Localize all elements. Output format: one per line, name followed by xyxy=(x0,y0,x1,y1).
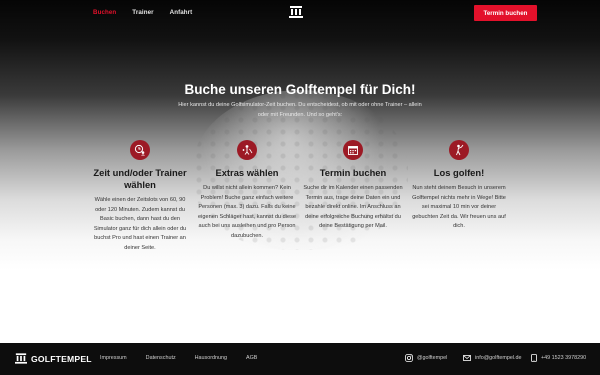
footer-email[interactable]: info@golftempel.de xyxy=(463,354,522,362)
footer-links: Impressum Datenschutz Hausordnung AGB xyxy=(100,355,276,361)
phone-icon xyxy=(531,354,537,362)
page-subtitle: Hier kannst du deine Golfsimulator-Zeit … xyxy=(178,102,422,118)
page-title: Buche unseren Golftempel für Dich! xyxy=(184,82,416,97)
footer-instagram[interactable]: @golftempel xyxy=(405,354,447,362)
feature-title: Zeit und/oder Trainer wählen xyxy=(93,167,187,190)
feature-text: Nun steht deinem Besuch in unserem Golft… xyxy=(412,185,506,229)
mail-icon xyxy=(463,355,471,361)
footer: GOLFTEMPEL Impressum Datenschutz Hausord… xyxy=(0,343,600,375)
footer-logo[interactable]: GOLFTEMPEL xyxy=(15,353,92,364)
feature-step-book: Termin buchen Suche dir im Kalender eine… xyxy=(303,140,403,232)
footer-phone[interactable]: +49 1523 3978290 xyxy=(531,354,586,362)
feature-text: Suche dir im Kalender einen passenden Te… xyxy=(303,185,403,229)
golf-extras-icon xyxy=(237,140,257,160)
clock-user-icon xyxy=(130,140,150,160)
feature-title: Termin buchen xyxy=(319,167,387,178)
golftempel-logo-icon xyxy=(15,353,27,364)
nav-item-anfahrt[interactable]: Anfahrt xyxy=(170,9,193,16)
instagram-handle: @golftempel xyxy=(417,355,448,361)
footer-link-hausordnung[interactable]: Hausordnung xyxy=(195,355,227,361)
footer-brand: GOLFTEMPEL xyxy=(31,353,92,364)
nav-item-trainer[interactable]: Trainer xyxy=(132,9,153,16)
main-nav: Buchen Trainer Anfahrt xyxy=(93,9,208,16)
feature-text: Wähle einen der Zeitslots von 60, 90 ode… xyxy=(93,197,187,251)
top-navigation: Buchen Trainer Anfahrt Termin buchen xyxy=(0,0,600,26)
golftempel-logo-icon[interactable] xyxy=(289,6,303,18)
feature-step-extras: Extras wählen Du willst nicht allein kom… xyxy=(197,140,297,241)
feature-step-time-trainer: Zeit und/oder Trainer wählen Wähle einen… xyxy=(90,140,190,253)
calendar-icon xyxy=(343,140,363,160)
golfer-icon xyxy=(449,140,469,160)
footer-link-impressum[interactable]: Impressum xyxy=(100,355,127,361)
instagram-icon xyxy=(405,354,413,362)
footer-link-agb[interactable]: AGB xyxy=(246,355,257,361)
feature-title: Extras wählen xyxy=(215,167,279,178)
feature-title: Los golfen! xyxy=(433,167,485,178)
email-address: info@golftempel.de xyxy=(475,355,522,361)
feature-step-play: Los golfen! Nun steht deinem Besuch in u… xyxy=(409,140,509,232)
book-appointment-button[interactable]: Termin buchen xyxy=(474,5,537,21)
nav-item-buchen[interactable]: Buchen xyxy=(93,9,116,16)
footer-link-datenschutz[interactable]: Datenschutz xyxy=(146,355,176,361)
phone-number: +49 1523 3978290 xyxy=(541,355,587,361)
feature-text: Du willst nicht allein kommen? Kein Prob… xyxy=(198,185,296,239)
